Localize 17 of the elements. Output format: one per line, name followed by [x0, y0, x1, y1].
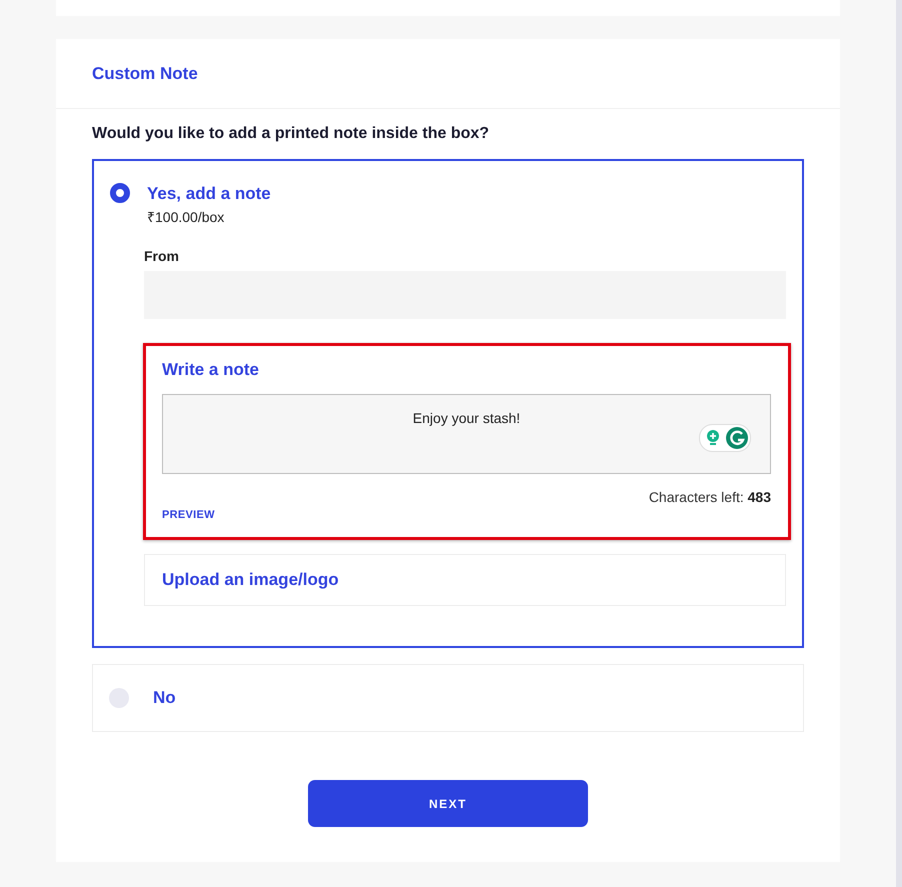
- preview-link[interactable]: PREVIEW: [162, 509, 215, 521]
- upload-option[interactable]: Upload an image/logo: [144, 554, 786, 606]
- price-text: ₹100.00/box: [147, 208, 226, 226]
- note-text: Enjoy your stash!: [412, 410, 520, 426]
- section-title: Custom Note: [92, 64, 198, 84]
- option-label: No: [153, 687, 176, 709]
- option-card[interactable]: No: [92, 664, 804, 732]
- radio-button[interactable]: [110, 183, 130, 203]
- characters-left-text: Characters left: 483: [648, 489, 771, 505]
- writing-assistant-icon[interactable]: [699, 424, 751, 452]
- field-label: From: [144, 248, 180, 264]
- option-label: Yes, add a note: [147, 183, 271, 205]
- note-input-field[interactable]: Enjoy your stash!: [162, 394, 771, 474]
- question-text: Would you like to add a printed note inside the box?: [92, 125, 490, 143]
- note-title: Write a note: [162, 360, 260, 380]
- option-card[interactable]: Yes, add a note ₹100.00/box From Write a note Enjoy your stash! Characters left: 483 PREVIEW Upload an image/logo: [92, 159, 804, 648]
- next-button[interactable]: NEXT: [308, 780, 588, 827]
